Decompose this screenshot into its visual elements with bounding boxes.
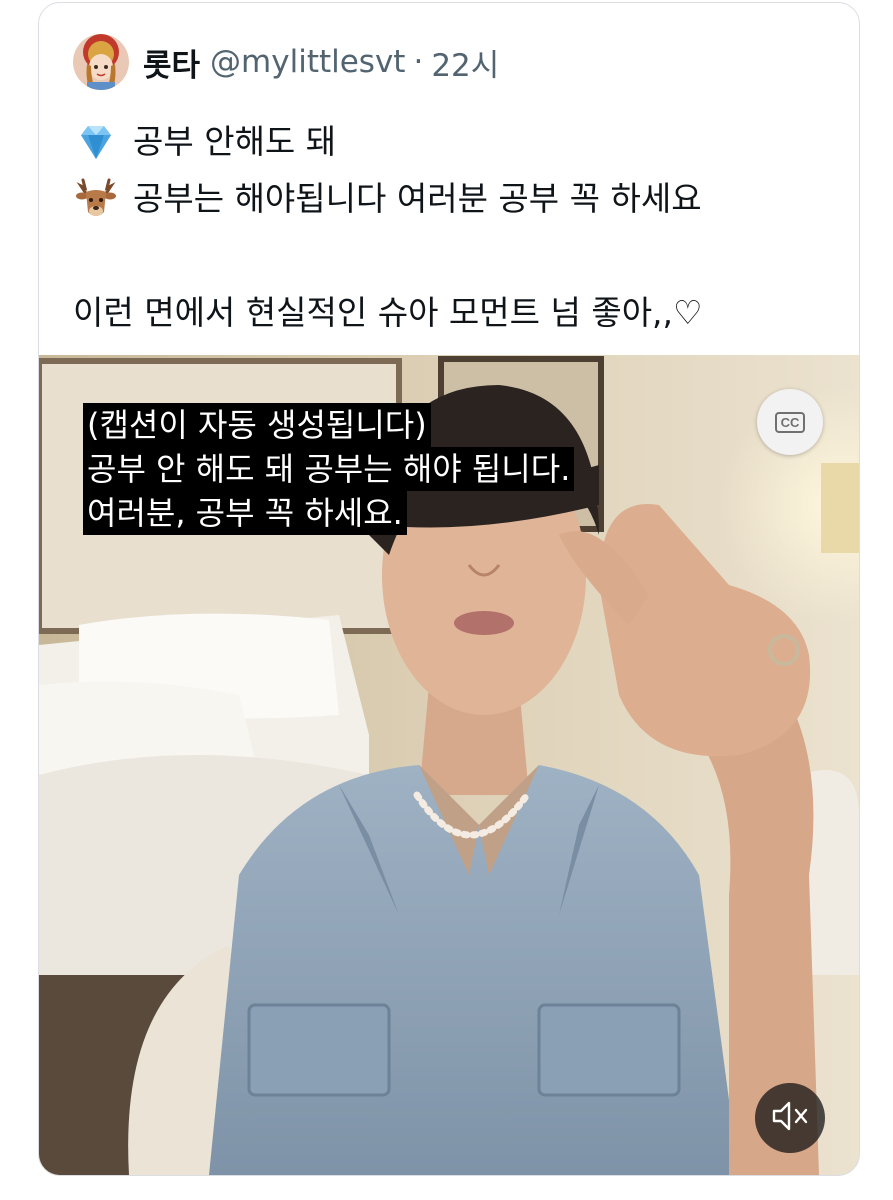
deer-icon [73,176,119,222]
avatar[interactable] [73,34,129,90]
video-captions: (캡션이 자동 생성됩니다) 공부 안 해도 돼 공부는 해야 됩니다. 여러분… [83,403,575,535]
tweet-card[interactable]: 롯타 @mylittlesvt · 22시 공부 안해도 돼 공부는 해야됩니다… [38,2,860,1176]
mute-toggle-button[interactable] [755,1083,825,1153]
tweet-line: 공부 안해도 돼 [73,113,843,170]
display-name[interactable]: 롯타 [143,40,200,85]
tweet-line-text: 공부는 해야됩니다 여러분 공부 꼭 하세요 [133,179,702,218]
closed-captions-button[interactable]: CC [757,389,823,455]
separator-dot: · [413,44,424,80]
tweet-header: 롯타 @mylittlesvt · 22시 [73,33,499,91]
tweet-line-text: 공부 안해도 돼 [133,122,337,161]
line-break [73,227,843,284]
tweet-line: 공부는 해야됩니다 여러분 공부 꼭 하세요 [73,170,843,227]
tweet-line-text: 이런 면에서 현실적인 슈아 모먼트 넘 좋아,,♡ [73,293,703,332]
caption-line: 공부 안 해도 돼 공부는 해야 됩니다. [83,447,575,491]
tweet-line: 이런 면에서 현실적인 슈아 모먼트 넘 좋아,,♡ [73,284,843,341]
cc-icon: CC [774,411,806,433]
timestamp[interactable]: 22시 [431,40,499,85]
tweet-body: 공부 안해도 돼 공부는 해야됩니다 여러분 공부 꼭 하세요 이런 면에서 현… [73,113,843,341]
user-handle[interactable]: @mylittlesvt [210,44,405,80]
diamond-icon [73,119,119,165]
caption-line: 여러분, 공부 꼭 하세요. [83,491,407,535]
caption-line: (캡션이 자동 생성됩니다) [83,403,431,447]
speaker-muted-icon [771,1099,809,1137]
video-player[interactable]: (캡션이 자동 생성됩니다) 공부 안 해도 돼 공부는 해야 됩니다. 여러분… [39,355,859,1175]
